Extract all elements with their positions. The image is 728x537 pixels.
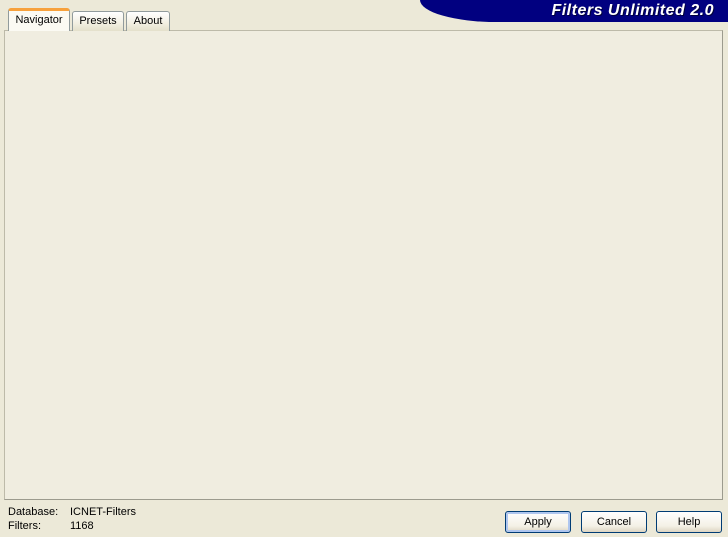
filters-unlimited-dialog: Filters Unlimited 2.0 Navigator Presets …	[0, 0, 728, 537]
tab-navigator[interactable]: Navigator	[8, 8, 70, 31]
help-button[interactable]: Help	[656, 511, 722, 533]
window-title: Filters Unlimited 2.0	[551, 2, 714, 19]
status-filters-label: Filters:	[8, 520, 41, 532]
tab-about[interactable]: About	[126, 11, 170, 31]
status-filters: Filters: 1168	[8, 520, 94, 532]
cancel-button[interactable]: Cancel	[581, 511, 647, 533]
title-banner: Filters Unlimited 2.0	[420, 0, 728, 22]
status-filters-value: 1168	[70, 520, 94, 532]
navigator-tab-panel	[4, 30, 723, 500]
tab-presets[interactable]: Presets	[72, 11, 124, 31]
status-database: Database: ICNET-Filters	[8, 506, 136, 518]
status-database-label: Database:	[8, 506, 59, 518]
apply-button[interactable]: Apply	[505, 511, 571, 533]
status-database-value: ICNET-Filters	[70, 506, 136, 518]
